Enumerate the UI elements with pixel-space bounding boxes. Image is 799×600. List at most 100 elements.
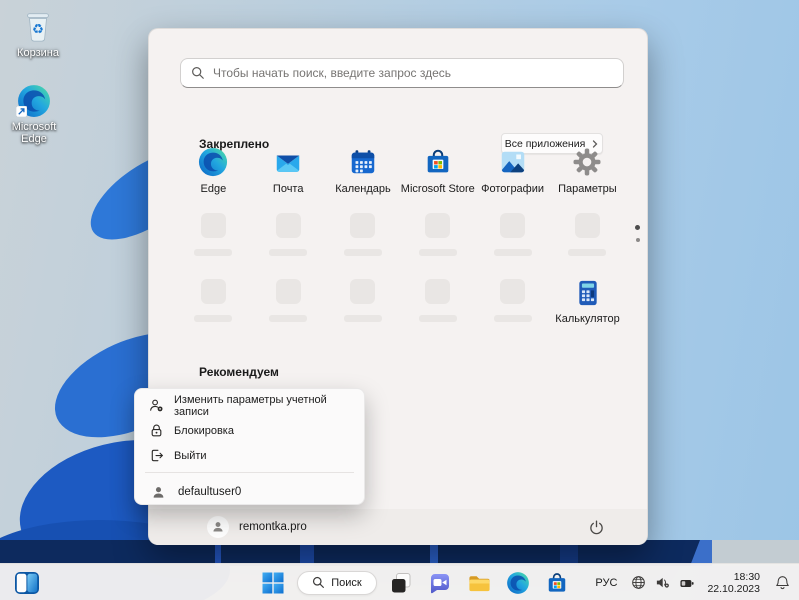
task-view-button[interactable] xyxy=(386,569,416,596)
edge-icon xyxy=(198,147,228,177)
start-search-box[interactable] xyxy=(180,58,624,88)
placeholder-label xyxy=(343,249,382,256)
photos-icon xyxy=(498,147,528,177)
pinned-placeholder-tile xyxy=(475,213,550,256)
pinned-app-calendar[interactable]: Календарь xyxy=(326,147,401,195)
task-view-icon xyxy=(392,572,411,592)
widgets-button[interactable] xyxy=(10,569,44,596)
file-explorer-button[interactable] xyxy=(464,569,494,596)
pinned-placeholder-tile xyxy=(251,213,326,256)
search-icon xyxy=(313,576,325,588)
page-dot-active[interactable] xyxy=(635,225,640,230)
file-explorer-icon xyxy=(468,575,490,591)
pinned-placeholder-tile xyxy=(475,279,550,322)
placeholder-icon xyxy=(500,279,526,304)
placeholder-icon xyxy=(425,279,451,304)
windows-logo-icon xyxy=(262,572,284,593)
taskbar-search-label: Поиск xyxy=(331,576,362,589)
widgets-icon xyxy=(15,571,39,594)
store-taskbar-button[interactable] xyxy=(542,569,572,596)
tray-time: 18:30 xyxy=(733,570,760,583)
calendar-icon xyxy=(348,147,378,177)
placeholder-label xyxy=(343,315,382,322)
pinned-page-dots[interactable] xyxy=(635,225,640,242)
menu-separator xyxy=(145,472,354,473)
battery-icon[interactable] xyxy=(679,576,695,590)
pinned-app-settings[interactable]: Параметры xyxy=(550,147,625,195)
placeholder-label xyxy=(418,315,457,322)
network-globe-icon[interactable] xyxy=(631,575,646,590)
pinned-app-store[interactable]: Microsoft Store xyxy=(400,147,475,195)
app-label: Калькулятор xyxy=(555,313,620,325)
start-search-input[interactable] xyxy=(213,66,613,80)
edge-icon xyxy=(507,571,529,594)
volume-icon[interactable] xyxy=(655,575,670,590)
start-button[interactable] xyxy=(258,569,288,596)
clock[interactable]: 18:30 22.10.2023 xyxy=(704,569,763,597)
edge-icon xyxy=(16,84,51,118)
page-dot[interactable] xyxy=(635,238,640,242)
chat-button[interactable] xyxy=(425,569,455,596)
system-tray: РУС 18:30 22.10.2023 xyxy=(590,564,793,600)
placeholder-label xyxy=(269,249,308,256)
notification-bell-icon[interactable] xyxy=(772,572,793,593)
pinned-placeholder-tile xyxy=(550,213,625,256)
placeholder-icon xyxy=(200,279,226,304)
placeholder-icon xyxy=(425,213,451,238)
desktop: ♻ Корзина Microsoft Edge Чтобы начать по… xyxy=(0,0,799,600)
calculator-icon xyxy=(575,279,601,307)
lock-icon xyxy=(149,423,164,438)
menu-item-label: Блокировка xyxy=(174,424,234,437)
power-button[interactable] xyxy=(583,514,609,540)
app-label: Почта xyxy=(272,183,304,195)
svg-text:♻: ♻ xyxy=(32,23,44,38)
pinned-placeholder-tile xyxy=(326,279,401,322)
app-label: Параметры xyxy=(558,183,617,195)
pinned-placeholder-tile xyxy=(176,213,251,256)
pinned-app-edge[interactable]: Edge xyxy=(176,147,251,195)
menu-item-label: Изменить параметры учетной записи xyxy=(174,393,327,418)
pinned-app-calculator[interactable]: Калькулятор xyxy=(550,279,625,325)
menu-item-lock[interactable]: Блокировка xyxy=(135,418,364,443)
pinned-app-photos[interactable]: Фотографии xyxy=(475,147,550,195)
taskbar-search-button[interactable]: Поиск xyxy=(297,570,377,595)
recycle-bin-icon: ♻ xyxy=(21,8,55,44)
placeholder-label xyxy=(568,249,607,256)
menu-item-label: Выйти xyxy=(174,449,207,462)
placeholder-label xyxy=(418,249,457,256)
recommended-section-header: Рекомендуем xyxy=(199,365,279,379)
mail-icon xyxy=(273,147,303,177)
current-user-name: remontka.pro xyxy=(239,521,307,533)
menu-item-change-account-settings[interactable]: Изменить параметры учетной записи xyxy=(135,393,364,418)
sign-out-icon xyxy=(149,448,164,463)
shortcut-arrow-badge xyxy=(16,106,27,117)
app-label: Фотографии xyxy=(481,183,545,195)
menu-item-defaultuser0[interactable]: defaultuser0 xyxy=(135,478,364,506)
language-indicator[interactable]: РУС xyxy=(590,573,622,593)
current-user-button[interactable]: remontka.pro xyxy=(204,513,315,541)
pinned-placeholder-tile xyxy=(400,279,475,322)
placeholder-label xyxy=(269,315,308,322)
taskbar: Поиск РУС 18:30 22.10.2023 xyxy=(0,563,799,600)
user-icon xyxy=(151,485,166,500)
user-gear-icon xyxy=(149,398,164,413)
chat-icon xyxy=(431,573,449,593)
pinned-placeholder-tile xyxy=(400,213,475,256)
placeholder-icon xyxy=(275,279,301,304)
tray-date: 22.10.2023 xyxy=(707,582,760,595)
pinned-app-mail[interactable]: Почта xyxy=(251,147,326,195)
placeholder-label xyxy=(493,315,532,322)
edge-taskbar-button[interactable] xyxy=(503,569,533,596)
edge-desktop-icon[interactable]: Microsoft Edge xyxy=(2,84,66,145)
menu-item-sign-out[interactable]: Выйти xyxy=(135,443,364,468)
recycle-bin-desktop-icon[interactable]: ♻ Корзина xyxy=(6,8,70,59)
placeholder-label xyxy=(194,249,233,256)
pinned-placeholder-row xyxy=(176,213,626,256)
settings-gear-icon xyxy=(572,147,602,177)
microsoft-store-icon xyxy=(548,572,566,592)
placeholder-icon xyxy=(350,279,376,304)
menu-item-label: defaultuser0 xyxy=(178,486,242,498)
placeholder-icon xyxy=(275,213,301,238)
pinned-placeholder-tile xyxy=(326,213,401,256)
edge-desktop-label: Microsoft Edge xyxy=(11,121,57,145)
